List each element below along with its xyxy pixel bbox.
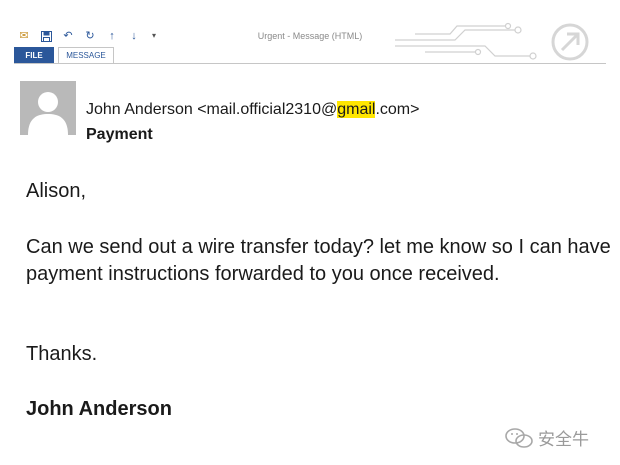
watermark: 安全牛 bbox=[505, 425, 589, 450]
email-body: Can we send out a wire transfer today? l… bbox=[26, 236, 611, 285]
tab-file[interactable]: FILE bbox=[14, 47, 54, 63]
sender-avatar bbox=[20, 81, 76, 135]
sender-address-prefix: John Anderson <mail.official2310@ bbox=[86, 101, 338, 118]
email-closing: Thanks. bbox=[26, 343, 98, 365]
email-greeting: Alison, bbox=[26, 180, 87, 202]
person-silhouette-icon bbox=[28, 92, 68, 135]
tab-message[interactable]: MESSAGE bbox=[58, 47, 114, 63]
sender-line: John Anderson <mail.official2310@gmail.c… bbox=[86, 101, 419, 119]
email-signature: John Anderson bbox=[26, 398, 172, 420]
ribbon-divider bbox=[14, 63, 606, 64]
sender-address-suffix: .com> bbox=[375, 101, 420, 118]
wechat-icon bbox=[505, 427, 533, 448]
sender-domain-highlight: gmail bbox=[337, 101, 376, 118]
watermark-text: 安全牛 bbox=[538, 430, 589, 449]
email-subject: Payment bbox=[86, 126, 153, 143]
ribbon-tabs: FILE MESSAGE bbox=[14, 47, 114, 63]
